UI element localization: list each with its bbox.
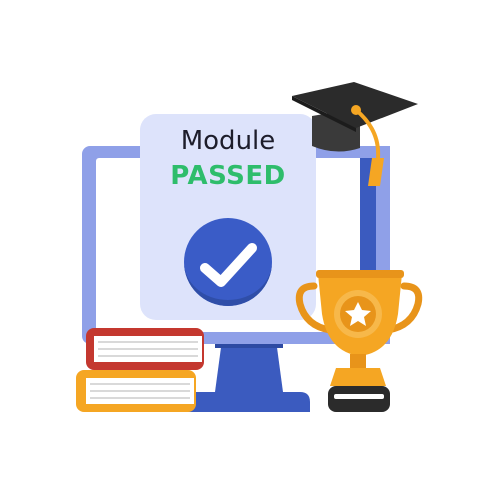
checkmark-badge-icon: [184, 218, 272, 306]
monitor-stand: [186, 340, 310, 412]
illustration: [76, 82, 423, 412]
status-label: PASSED: [170, 161, 286, 191]
book-stack-icon: [76, 328, 204, 412]
card-title: Module: [180, 126, 276, 156]
